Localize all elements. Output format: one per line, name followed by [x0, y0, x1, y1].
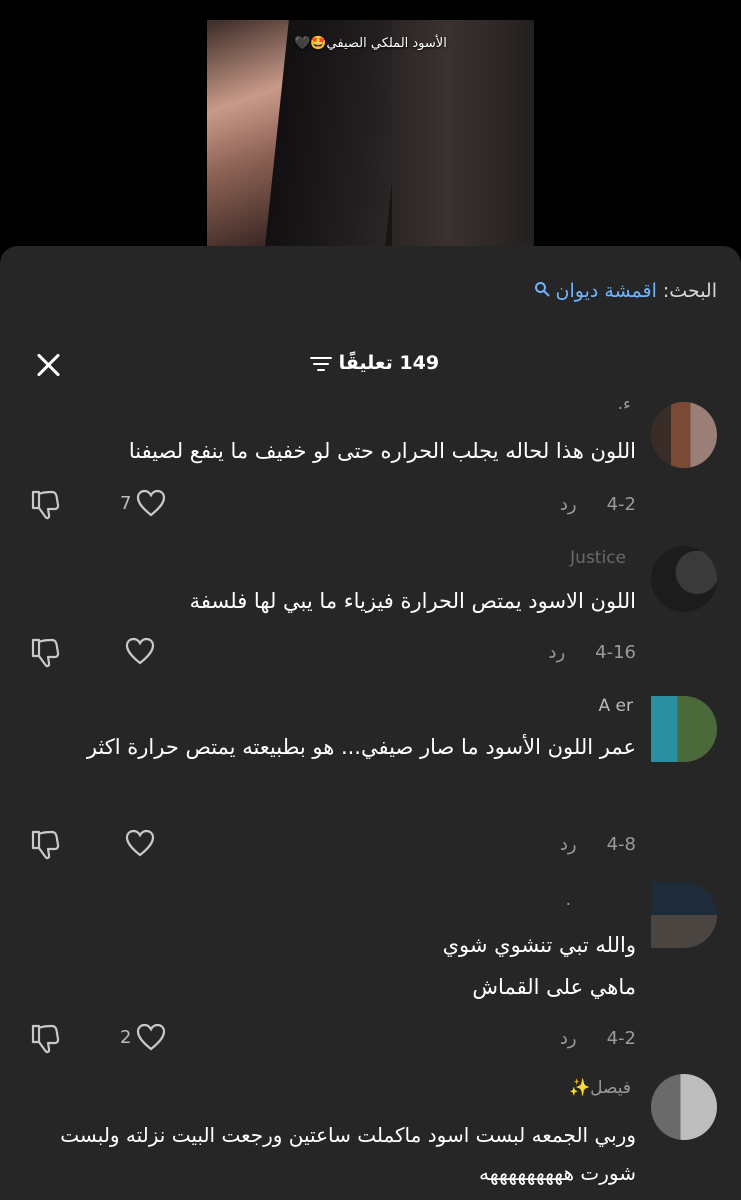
- reply-button[interactable]: رد: [560, 1028, 577, 1049]
- comment-text: وربي الجمعه لبست اسود ماكملت ساعتين ورجع…: [60, 1123, 636, 1185]
- reply-button[interactable]: رد: [548, 642, 565, 663]
- comment-text-line1: والله تبي تنشوي شوي: [442, 933, 636, 957]
- comment-text-line2: ماهي على القماش: [472, 975, 636, 999]
- heart-icon: [137, 489, 166, 517]
- avatar[interactable]: [651, 546, 717, 612]
- reply-button[interactable]: رد: [560, 834, 577, 855]
- avatar[interactable]: [651, 696, 717, 762]
- avatar[interactable]: [651, 882, 717, 948]
- comment-username[interactable]: ء.: [618, 394, 631, 414]
- dislike-icon[interactable]: [28, 636, 62, 670]
- dislike-icon[interactable]: [28, 488, 62, 522]
- search-suggestion[interactable]: البحث: اقمشة ديوان: [534, 280, 717, 302]
- comment-meta: 4-2 رد: [560, 494, 636, 515]
- video-preview[interactable]: الأسود الملكي الصيفي🤩🖤: [207, 20, 534, 246]
- comments-header: 149 تعليقًا: [0, 346, 741, 382]
- comment-meta: 4-8 رد: [560, 834, 636, 855]
- reply-button[interactable]: رد: [560, 494, 577, 515]
- like-button[interactable]: [120, 828, 156, 858]
- video-caption: الأسود الملكي الصيفي🤩🖤: [294, 36, 447, 51]
- comment-username[interactable]: Justice: [570, 548, 626, 568]
- video-fabric-dark: [265, 20, 409, 246]
- comment-date: 4-16: [595, 642, 636, 663]
- like-button[interactable]: 2: [120, 1022, 167, 1052]
- dislike-icon[interactable]: [28, 828, 62, 862]
- search-term[interactable]: اقمشة ديوان: [556, 280, 657, 302]
- comment-username[interactable]: فيصل✨: [569, 1078, 631, 1098]
- comment-count[interactable]: 149 تعليقًا: [0, 352, 741, 374]
- like-count: 2: [120, 1026, 132, 1048]
- comment-username[interactable]: A er: [599, 696, 633, 716]
- sort-filter-icon[interactable]: [309, 355, 332, 373]
- heart-icon: [125, 637, 155, 665]
- comment-date: 4-2: [606, 1028, 636, 1049]
- like-count: 7: [120, 492, 132, 514]
- comment-username[interactable]: .: [566, 890, 571, 910]
- dislike-icon[interactable]: [28, 1022, 62, 1056]
- comment-date: 4-2: [606, 494, 636, 515]
- comment-text: عمر اللون الأسود ما صار صيفي... هو بطبيع…: [86, 735, 636, 759]
- comment-count-label: 149 تعليقًا: [338, 352, 440, 374]
- avatar[interactable]: [651, 402, 717, 468]
- search-label: البحث:: [662, 280, 717, 302]
- avatar[interactable]: [651, 1074, 717, 1140]
- comments-sheet: البحث: اقمشة ديوان 149 تعليقًا ء. اللون …: [0, 246, 741, 1200]
- comment-meta: 4-16 رد: [548, 642, 636, 663]
- comment-text: اللون الاسود يمتص الحرارة فيزياء ما يبي …: [189, 589, 636, 613]
- heart-icon: [125, 829, 155, 857]
- video-fabric-textured: [392, 20, 534, 246]
- search-icon: [534, 281, 550, 301]
- heart-icon: [137, 1023, 166, 1051]
- comment-date: 4-8: [606, 834, 636, 855]
- comment-text: اللون هذا لحاله يجلب الحراره حتى لو خفيف…: [128, 439, 636, 463]
- like-button[interactable]: 7: [120, 488, 167, 518]
- comment-meta: 4-2 رد: [560, 1028, 636, 1049]
- like-button[interactable]: [120, 636, 156, 666]
